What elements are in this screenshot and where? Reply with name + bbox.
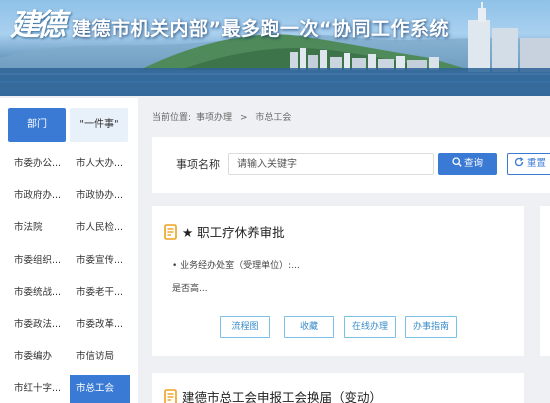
department-item[interactable]: 市政府办... (8, 182, 68, 210)
tab-departments[interactable]: 部门 (8, 108, 66, 142)
department-item[interactable]: 市委政法... (8, 311, 68, 339)
reset-button[interactable]: 重置 (507, 153, 550, 175)
system-title: 建德市机关内部”最多跑一次“协同工作系统 (72, 18, 449, 40)
breadcrumb-separator: > (239, 113, 248, 123)
department-item[interactable]: 市法院 (8, 214, 68, 242)
search-input[interactable] (228, 153, 434, 175)
department-item[interactable]: 市委统战... (8, 279, 68, 307)
department-item[interactable]: 市信访局 (70, 343, 130, 371)
item-card-extra: 是否高... (172, 284, 208, 294)
reset-button-label: 重置 (527, 158, 547, 169)
department-item[interactable]: 市人大办... (70, 150, 130, 178)
item-card-title[interactable]: 建德市总工会申报工会换届（变动） (164, 387, 382, 403)
breadcrumb-level2: 市总工会 (255, 113, 292, 123)
search-panel: 事项名称 查询 重置 (152, 137, 550, 193)
item-card-title-text: ★ 职工疗休养审批 (182, 225, 285, 240)
item-card-office-text: 业务经办处室（受理单位）:... (180, 261, 300, 271)
refresh-icon (514, 157, 524, 167)
department-item[interactable]: 市委编办 (8, 343, 68, 371)
favorite-button[interactable]: 收藏 (284, 316, 334, 338)
department-item[interactable]: 市委老干... (70, 279, 130, 307)
flowchart-button[interactable]: 流程图 (220, 316, 270, 338)
item-card: 建德市总工会申报工会换届（变动） (152, 373, 524, 403)
guide-button[interactable]: 办事指南 (405, 316, 457, 338)
online-handle-button[interactable]: 在线办理 (344, 316, 396, 338)
header-banner: 建德 建德市机关内部”最多跑一次“协同工作系统 (0, 0, 550, 96)
department-item[interactable]: 市政协办... (70, 182, 130, 210)
query-button[interactable]: 查询 (438, 153, 497, 175)
breadcrumb-level1[interactable]: 事项办理 (196, 113, 232, 123)
department-item[interactable]: 市委组织... (8, 247, 68, 275)
item-card-title[interactable]: ★ 职工疗休养审批 (164, 222, 285, 241)
next-card-edge (540, 206, 550, 356)
department-item[interactable]: 市红十字... (8, 375, 68, 403)
logo: 建德 (10, 8, 66, 43)
item-card: ★ 职工疗休养审批 • 业务经办处室（受理单位）:... 是否高... 流程图 … (152, 206, 524, 356)
department-item[interactable]: 市总工会 (70, 375, 130, 403)
search-icon (452, 157, 462, 167)
item-card-title-text: 建德市总工会申报工会换届（变动） (182, 390, 383, 403)
breadcrumb-prefix: 当前位置: (152, 113, 192, 123)
document-icon (164, 389, 177, 403)
document-icon (164, 224, 177, 240)
item-card-office: • 业务经办处室（受理单位）:... (172, 261, 300, 271)
page: 建德 建德市机关内部”最多跑一次“协同工作系统 部门 "一件事" 市委办公...… (0, 0, 550, 403)
department-item[interactable]: 市委办公... (8, 150, 68, 178)
department-item[interactable]: 市人民检... (70, 214, 130, 242)
department-sidebar: 部门 "一件事" 市委办公... 市人大办... 市政府办... 市政协办... 市法院… (0, 98, 138, 403)
breadcrumb: 当前位置: 事项办理 > 市总工会 (152, 110, 296, 123)
query-button-label: 查询 (463, 158, 483, 169)
department-item[interactable]: 市委改革... (70, 311, 130, 339)
department-item[interactable]: 市委宣传... (70, 247, 130, 275)
search-label: 事项名称 (176, 158, 220, 171)
tab-one-thing[interactable]: "一件事" (70, 108, 128, 142)
